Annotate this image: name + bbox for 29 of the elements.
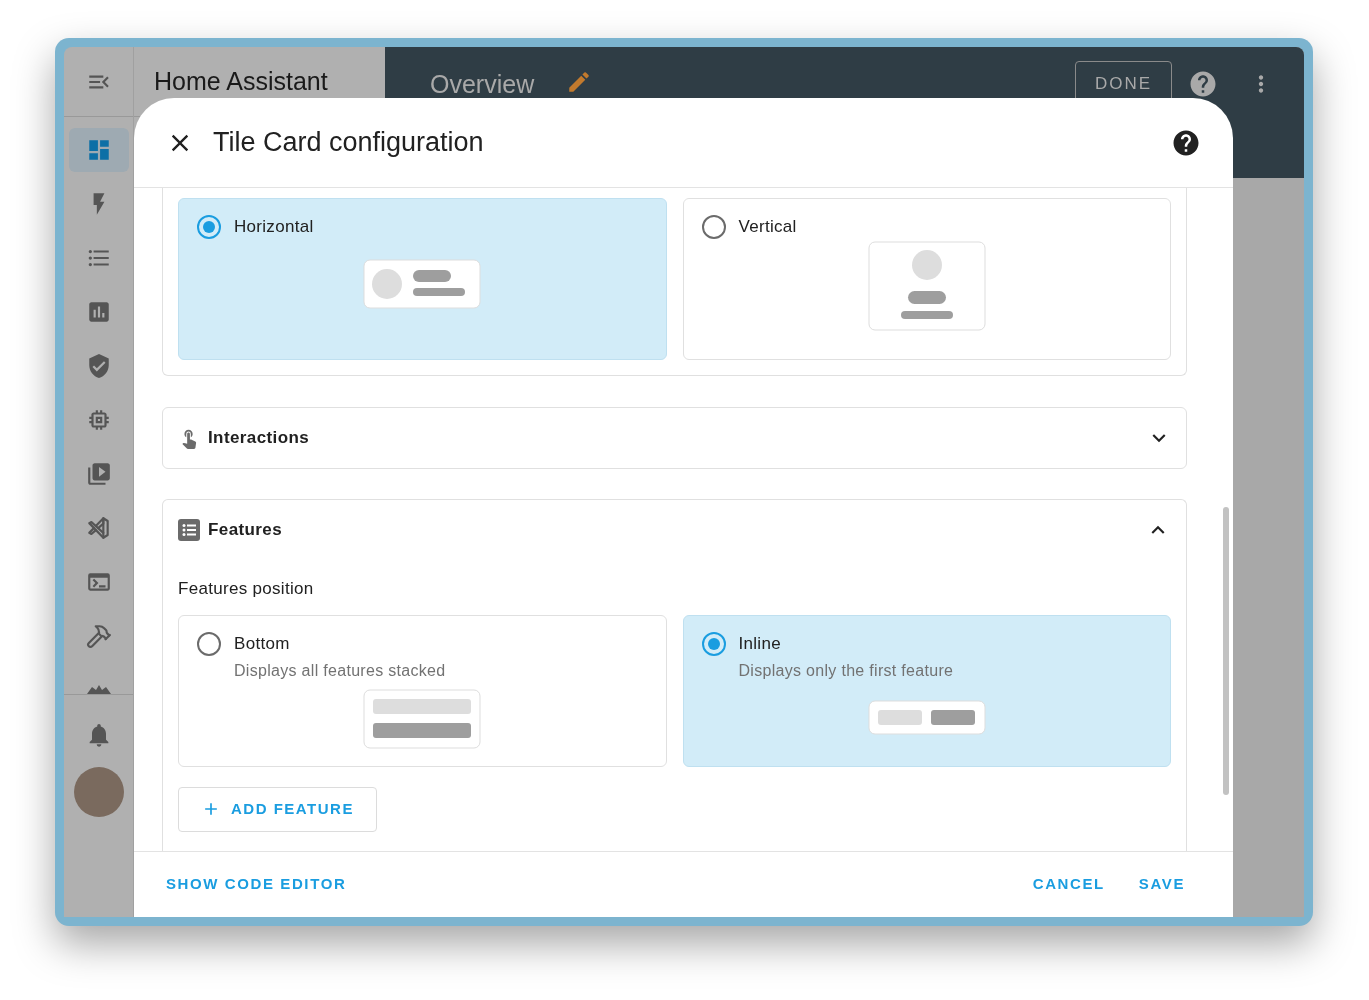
page-title: Overview	[430, 69, 535, 100]
option-card[interactable]: Bottom Displays all features stacked	[178, 614, 667, 767]
interactions-panel[interactable]: Interactions	[162, 407, 1187, 469]
option-label: Horizontal	[234, 216, 314, 238]
option-card[interactable]: Vertical	[682, 198, 1171, 360]
option-label: Vertical	[738, 216, 797, 238]
field-label: Features position	[178, 578, 315, 600]
list-icon	[178, 519, 200, 541]
media-play-icon	[85, 460, 112, 487]
option-description: Displays all features stacked	[234, 660, 446, 681]
scrollbar-thumb[interactable]	[1223, 507, 1229, 795]
avatar[interactable]	[73, 767, 124, 817]
radio-button[interactable]	[701, 631, 726, 656]
option-label: Inline	[738, 632, 782, 655]
code-editor-icon	[85, 514, 112, 541]
option-card[interactable]: Horizontal	[178, 198, 667, 360]
app-title: Home Assistant	[154, 65, 328, 97]
section-title: Interactions	[208, 427, 310, 450]
hammer-icon	[85, 622, 112, 649]
option-card[interactable]: Inline Displays only the first feature	[682, 614, 1171, 767]
partial-icon[interactable]	[85, 684, 112, 694]
option-description: Displays only the first feature	[738, 660, 954, 681]
radio-button[interactable]	[701, 215, 726, 239]
sidebar-item[interactable]	[68, 128, 129, 172]
option-label: Bottom	[234, 632, 291, 655]
section-title: Features	[208, 519, 283, 542]
radio-button[interactable]	[197, 631, 221, 656]
radio-button[interactable]	[197, 215, 221, 239]
dialog-title: Tile Card configuration	[213, 126, 484, 160]
